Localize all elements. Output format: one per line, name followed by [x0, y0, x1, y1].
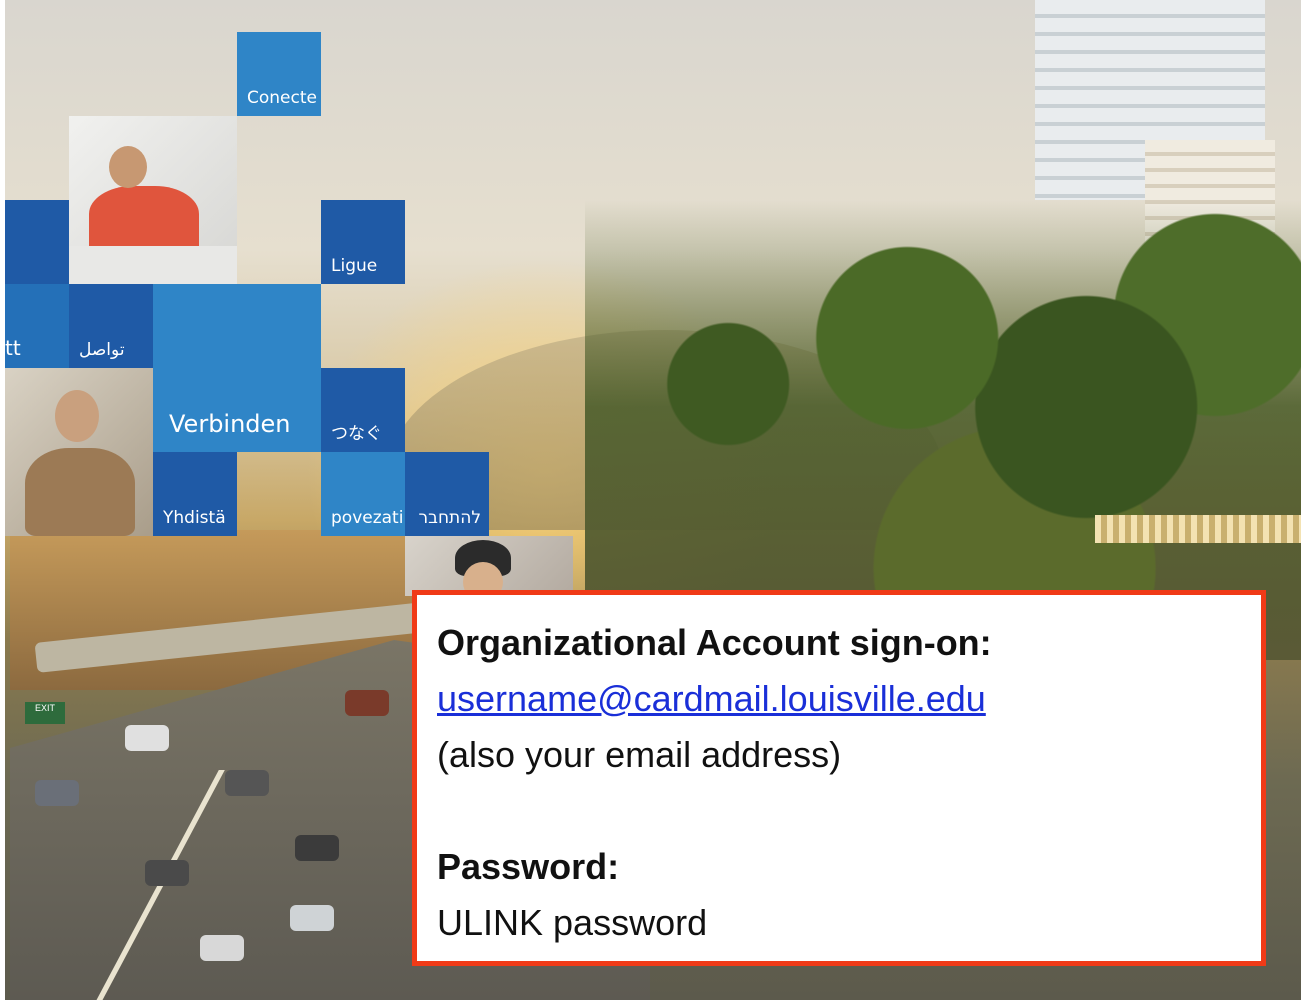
tile-photo-man-phone [5, 368, 153, 536]
account-email-link[interactable]: username@cardmail.louisville.edu [437, 678, 986, 719]
tile-verbinden: Verbinden [153, 284, 321, 452]
background-railing [1095, 515, 1301, 543]
exit-sign: EXIT [25, 702, 65, 724]
tile-label: つなぐ [331, 424, 382, 444]
tile-tt: tt [5, 284, 69, 368]
tile-ligue: Ligue [321, 200, 405, 284]
tile-label: tt [5, 336, 21, 360]
photo-sofa [69, 246, 237, 284]
car [200, 935, 244, 961]
photo-person [25, 448, 135, 536]
password-heading: Password: [437, 846, 620, 887]
tile-label: Ligue [331, 256, 378, 276]
photo-person-head [109, 146, 147, 188]
tile-label: povezati [331, 508, 404, 528]
car [35, 780, 79, 806]
tile-label: تواصل [79, 340, 125, 360]
car [225, 770, 269, 796]
tile-label: Verbinden [169, 410, 291, 438]
tile-yhdista: Yhdistä [153, 452, 237, 536]
tile-photo-person-hat [405, 536, 573, 596]
car [125, 725, 169, 751]
account-heading: Organizational Account sign-on: [437, 622, 992, 663]
tile-japanese: つなぐ [321, 368, 405, 452]
tile-label: Yhdistä [163, 508, 226, 528]
car [345, 690, 389, 716]
account-email-line: username@cardmail.louisville.edu [437, 671, 1241, 727]
account-note: (also your email address) [437, 734, 842, 775]
car [295, 835, 339, 861]
tile-photo-woman-reading [69, 116, 237, 284]
tile-dark-left [5, 200, 69, 284]
tile-povezati: povezati [321, 452, 405, 536]
tile-arabic: تواصل [69, 284, 153, 368]
password-value: ULINK password [437, 902, 708, 943]
sign-on-info-box: Organizational Account sign-on: username… [412, 590, 1266, 966]
tile-conecte: Conecte [237, 32, 321, 116]
car [290, 905, 334, 931]
tile-label: Conecte [247, 88, 317, 108]
car [145, 860, 189, 886]
tile-hebrew: להתחבר [405, 452, 489, 536]
photo-person-head [55, 390, 99, 442]
login-background: EXIT Conecte Ligue tt تواصل Verbinden つな… [0, 0, 1301, 1005]
tile-label: להתחבר [418, 508, 481, 528]
